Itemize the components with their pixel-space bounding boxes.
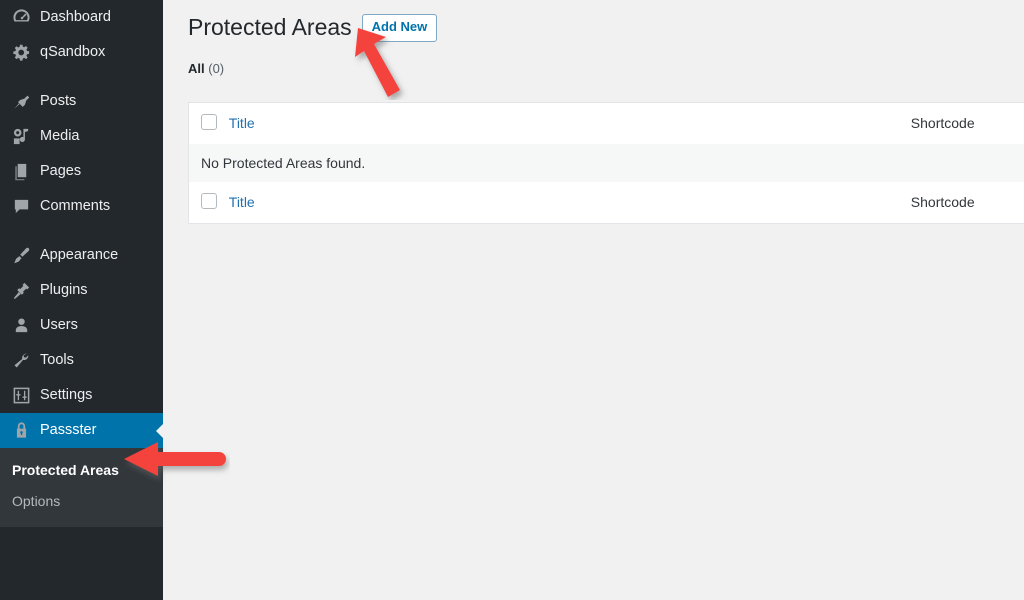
page-title: Protected Areas xyxy=(188,14,352,40)
sidebar-item-label: Tools xyxy=(40,352,74,369)
admin-sidebar: Dashboard qSandbox Posts Media Pages Com… xyxy=(0,0,164,600)
user-icon xyxy=(10,316,32,336)
sidebar-item-comments[interactable]: Comments xyxy=(0,189,163,224)
sidebar-item-label: qSandbox xyxy=(40,44,106,61)
pin-icon xyxy=(10,92,32,112)
add-new-button[interactable]: Add New xyxy=(361,14,438,42)
pages-icon xyxy=(10,162,32,182)
sidebar-item-settings[interactable]: Settings xyxy=(0,378,163,413)
empty-message-cell: No Protected Areas found. xyxy=(188,143,1024,182)
wordpress-admin-screen: Dashboard qSandbox Posts Media Pages Com… xyxy=(0,0,1024,600)
media-icon xyxy=(10,127,32,147)
sidebar-separator xyxy=(0,224,163,238)
filter-all-count: (0) xyxy=(208,60,225,76)
lock-icon xyxy=(10,421,32,441)
paintbrush-icon xyxy=(10,246,32,266)
column-header-title: Title xyxy=(229,102,874,144)
sidebar-item-label: Plugins xyxy=(40,282,88,299)
select-all-checkbox-bottom[interactable] xyxy=(201,192,217,209)
sidebar-item-users[interactable]: Users xyxy=(0,308,163,343)
plug-icon xyxy=(10,281,32,301)
table-footer-row: Title Shortcode xyxy=(189,182,1024,224)
comment-icon xyxy=(10,197,32,217)
active-menu-notch xyxy=(156,422,164,439)
sidebar-item-plugins[interactable]: Plugins xyxy=(0,273,163,308)
sidebar-item-tools[interactable]: Tools xyxy=(0,343,163,378)
submenu-item-options[interactable]: Options xyxy=(0,486,163,517)
column-header-shortcode: Shortcode xyxy=(873,102,1024,144)
sidebar-item-posts[interactable]: Posts xyxy=(0,84,163,119)
passster-submenu: Protected Areas Options xyxy=(0,448,163,527)
table-body: No Protected Areas found. xyxy=(188,143,1024,182)
sidebar-item-dashboard[interactable]: Dashboard xyxy=(0,0,163,35)
wrench-icon xyxy=(10,351,32,371)
sidebar-item-label: Comments xyxy=(40,198,111,215)
column-footer-title: Title xyxy=(229,182,874,224)
protected-areas-table: Title Shortcode No Protected Areas found… xyxy=(188,101,1024,224)
sidebar-item-qsandbox[interactable]: qSandbox xyxy=(0,35,163,70)
sidebar-item-label: Settings xyxy=(40,387,93,404)
page-header: Protected Areas Add New xyxy=(188,8,1024,43)
submenu-item-protected-areas[interactable]: Protected Areas xyxy=(0,455,163,486)
select-all-footer xyxy=(189,182,229,224)
table-header-row: Title Shortcode xyxy=(189,102,1024,144)
sidebar-item-appearance[interactable]: Appearance xyxy=(0,238,163,273)
sidebar-item-passster[interactable]: Passster xyxy=(0,413,164,448)
sidebar-item-label: Dashboard xyxy=(40,9,111,26)
sidebar-item-label: Users xyxy=(40,317,78,334)
column-shortcode-label-bottom: Shortcode xyxy=(910,194,975,211)
table-empty-row: No Protected Areas found. xyxy=(188,143,1024,182)
sidebar-item-media[interactable]: Media xyxy=(0,119,163,154)
select-all-header xyxy=(189,102,229,144)
sidebar-item-label: Passster xyxy=(40,422,97,439)
select-all-checkbox-top[interactable] xyxy=(201,113,217,130)
table-head: Title Shortcode xyxy=(189,102,1024,144)
sidebar-item-label: Appearance xyxy=(40,247,119,264)
main-content: Protected Areas Add New All (0) Title Sh… xyxy=(163,0,1024,600)
sidebar-item-pages[interactable]: Pages xyxy=(0,154,163,189)
status-filter-list: All (0) xyxy=(188,61,1024,76)
column-title-link-top[interactable]: Title xyxy=(229,115,255,131)
gear-icon xyxy=(10,43,32,63)
sidebar-item-label: Pages xyxy=(40,163,82,180)
table-foot: Title Shortcode xyxy=(189,182,1024,224)
column-footer-shortcode: Shortcode xyxy=(873,182,1024,224)
sidebar-separator xyxy=(0,70,163,84)
dashboard-icon xyxy=(10,8,32,28)
filter-all-label[interactable]: All xyxy=(188,61,205,76)
sidebar-item-label: Posts xyxy=(40,93,77,110)
sidebar-item-label: Media xyxy=(40,128,80,145)
column-title-link-bottom[interactable]: Title xyxy=(229,194,255,210)
column-shortcode-label-top: Shortcode xyxy=(910,115,975,132)
sliders-icon xyxy=(10,386,32,406)
